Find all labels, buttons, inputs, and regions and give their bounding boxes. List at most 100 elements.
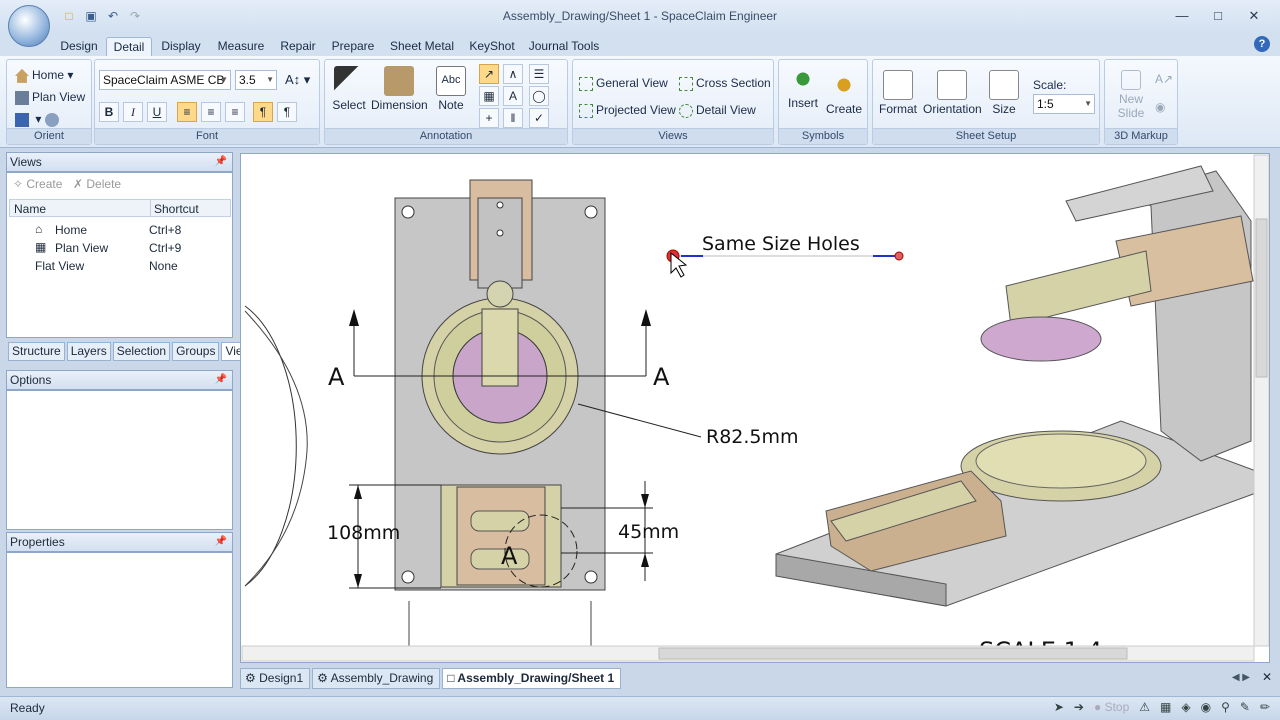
partial-circle-view	[244, 305, 297, 587]
doc-tab-label: Assembly_Drawing/Sheet 1	[457, 671, 615, 685]
tab-display[interactable]: Display	[158, 37, 204, 56]
tab-prepare[interactable]: Prepare	[328, 37, 378, 56]
projected-view-button[interactable]: Projected View	[579, 103, 676, 118]
views-panel-header: Views 📌	[6, 152, 233, 172]
color-icon[interactable]: ◉	[1201, 700, 1211, 714]
sketch-line-icon[interactable]: ↗	[479, 64, 499, 84]
render-icon[interactable]: ◈	[1181, 700, 1190, 714]
tab-selection[interactable]: Selection	[112, 342, 171, 361]
tab-scroll-arrows[interactable]: ◀ ▶	[1232, 672, 1250, 683]
delete-view-button[interactable]: ✗ Delete	[73, 177, 121, 191]
check-icon[interactable]: ✓	[529, 108, 549, 128]
table-row[interactable]: ⌂ Home Ctrl+8	[9, 221, 231, 239]
size-button[interactable]: Size	[987, 70, 1021, 116]
dimension-108mm[interactable]: 108mm	[327, 522, 400, 544]
plan-view-button[interactable]: Plan View	[15, 90, 85, 105]
select-button[interactable]: Select	[329, 66, 369, 112]
markup-color-icon[interactable]: ◉	[1155, 100, 1165, 114]
tab-layers[interactable]: Layers	[66, 342, 111, 361]
font-size-select[interactable]: 3.5 ▼	[235, 70, 277, 90]
drawing-canvas[interactable]: A A R82.5mm 108mm 45mm A Same Size Holes…	[240, 153, 1270, 663]
font-grow-icon[interactable]: A↕ ▾	[285, 72, 310, 88]
font-family-select[interactable]: SpaceClaim ASME CB ▼	[99, 70, 231, 90]
table-row[interactable]: ▦ Plan View Ctrl+9	[9, 239, 231, 257]
maximize-button[interactable]: □	[1200, 5, 1236, 27]
tab-repair[interactable]: Repair	[276, 37, 320, 56]
drawing-sheet[interactable]: A A R82.5mm 108mm 45mm A Same Size Holes…	[241, 154, 1269, 662]
underline-button[interactable]: U	[147, 102, 167, 122]
doc-tab-sheet1[interactable]: □ Assembly_Drawing/Sheet 1	[442, 668, 622, 689]
app-logo[interactable]	[8, 5, 50, 47]
doc-tab-assembly-drawing[interactable]: ⚙ Assembly_Drawing	[312, 668, 441, 689]
pin-icon[interactable]: 📌	[215, 533, 227, 551]
note-end-handle[interactable]	[894, 251, 904, 261]
dimension-button[interactable]: Dimension	[371, 66, 428, 112]
datum-icon[interactable]: A	[503, 86, 523, 106]
stop-button[interactable]: ● Stop	[1094, 700, 1129, 714]
create-view-button[interactable]: ✧ Create	[13, 177, 62, 191]
vertical-scroll-thumb[interactable]	[1255, 218, 1268, 378]
pin-icon[interactable]: 📌	[215, 153, 227, 171]
tab-structure[interactable]: Structure	[8, 342, 65, 361]
home-button[interactable]: Home ▾	[15, 68, 73, 83]
table-icon[interactable]: ▦	[479, 86, 499, 106]
dimension-45mm[interactable]: 45mm	[618, 521, 679, 543]
view-icon[interactable]: ▦	[1160, 700, 1171, 714]
insert-symbol-button[interactable]: Insert	[783, 64, 823, 110]
markup-text-icon[interactable]: A↗	[1155, 72, 1173, 86]
zoom-icon[interactable]: ⚲	[1221, 700, 1230, 714]
detail-view-button[interactable]: Detail View	[679, 103, 756, 118]
markup-group-label: 3D Markup	[1105, 128, 1177, 144]
tab-groups[interactable]: Groups	[172, 342, 220, 361]
help-icon[interactable]: ?	[1254, 36, 1270, 52]
close-button[interactable]: ✕	[1236, 5, 1272, 27]
edit-icon[interactable]: ✏	[1260, 700, 1270, 714]
create-symbol-button[interactable]: Create	[823, 70, 865, 116]
align-right-icon[interactable]: ≡	[225, 102, 245, 122]
tab-design[interactable]: Design	[58, 37, 100, 56]
format-button[interactable]: Format	[877, 70, 919, 116]
bold-button[interactable]: B	[99, 102, 119, 122]
general-view-button[interactable]: General View	[579, 76, 668, 91]
list-icon[interactable]: ☰	[529, 64, 549, 84]
note-button[interactable]: Abc Note	[433, 66, 469, 112]
tab-keyshot[interactable]: KeyShot	[466, 37, 518, 56]
orient-tools[interactable]: ▾	[15, 112, 62, 127]
home-label: Home	[32, 68, 65, 82]
tab-measure[interactable]: Measure	[214, 37, 268, 56]
center-mark-icon[interactable]: +	[479, 108, 499, 128]
note-text[interactable]: Same Size Holes	[702, 233, 860, 255]
doc-tab-design1[interactable]: ⚙ Design1	[240, 668, 311, 689]
select-mode-icon[interactable]: ➤	[1054, 700, 1064, 714]
align-left-icon[interactable]: ≡	[177, 102, 197, 122]
close-document-icon[interactable]: ✕	[1262, 670, 1272, 684]
text-direction-ltr-icon[interactable]: ¶	[253, 102, 273, 122]
format-label: Format	[878, 102, 917, 116]
symbol-icon[interactable]: ∧	[503, 64, 523, 84]
radius-dimension[interactable]: R82.5mm	[706, 426, 799, 448]
tab-journal-tools[interactable]: Journal Tools	[526, 37, 602, 56]
align-center-icon[interactable]: ≡	[201, 102, 221, 122]
column-header-shortcut[interactable]: Shortcut	[154, 202, 199, 216]
orientation-button[interactable]: Orientation	[923, 70, 982, 116]
italic-button[interactable]: I	[123, 102, 143, 122]
scale-select[interactable]: 1:5 ▼	[1033, 94, 1095, 114]
orient-group-label: Orient	[7, 128, 91, 144]
thread-icon[interactable]: ‖	[503, 108, 523, 128]
scale-value: 1:5	[1037, 97, 1054, 111]
warning-icon[interactable]: ⚠	[1139, 700, 1150, 714]
pin-icon[interactable]: 📌	[215, 371, 227, 389]
table-row[interactable]: Flat View None	[9, 257, 231, 275]
column-header-name[interactable]: Name	[14, 202, 46, 216]
horizontal-scroll-thumb[interactable]	[658, 647, 1128, 660]
cursor-arrow-icon[interactable]: ➔	[1074, 700, 1084, 714]
tab-sheet-metal[interactable]: Sheet Metal	[388, 37, 456, 56]
views-panel-title: Views	[10, 155, 42, 169]
minimize-button[interactable]: —	[1164, 5, 1200, 27]
new-slide-button[interactable]: New Slide	[1111, 70, 1151, 120]
sketch-icon[interactable]: ✎	[1240, 700, 1250, 714]
cross-section-button[interactable]: Cross Section	[679, 76, 771, 91]
text-direction-rtl-icon[interactable]: ¶	[277, 102, 297, 122]
search-icon[interactable]: ◯	[529, 86, 549, 106]
tab-detail[interactable]: Detail	[106, 37, 152, 56]
